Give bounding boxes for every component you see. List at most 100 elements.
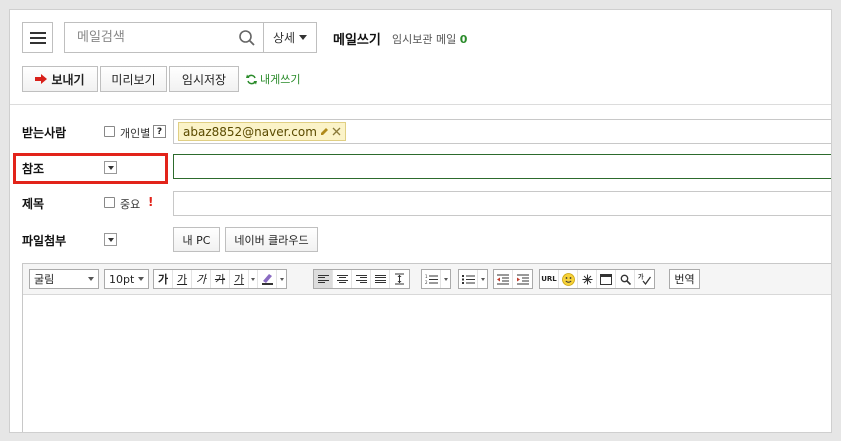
important-checkbox[interactable] [104, 197, 115, 208]
search-input[interactable] [65, 23, 225, 52]
bullet-list-dropdown[interactable] [478, 270, 487, 288]
attach-dropdown[interactable] [104, 233, 117, 246]
chevron-down-icon [88, 277, 94, 281]
find-button[interactable] [616, 270, 635, 288]
detail-search-label: 상세 [272, 31, 296, 45]
outdent-icon [497, 274, 509, 284]
drafts-count: 0 [459, 33, 468, 46]
highlighter-icon [261, 274, 273, 285]
write-to-self-label: 내게쓰기 [260, 73, 301, 86]
recipient-chip[interactable]: abaz8852@naver.com [178, 122, 346, 141]
menu-icon-line [30, 42, 46, 44]
search-icon[interactable] [238, 29, 256, 47]
save-draft-button[interactable]: 임시저장 [169, 66, 239, 92]
chevron-down-icon [443, 277, 448, 281]
highlight-color-dropdown[interactable] [277, 270, 286, 288]
indent-group [493, 269, 533, 289]
bold-button[interactable]: 가 [154, 270, 173, 288]
preview-button[interactable]: 미리보기 [100, 66, 167, 92]
drafts-link[interactable]: 임시보관 메일 0 [392, 31, 467, 47]
line-height-icon [395, 273, 404, 285]
menu-button[interactable] [22, 22, 53, 53]
individual-checkbox[interactable] [104, 126, 115, 137]
numbered-list-dropdown[interactable] [441, 270, 450, 288]
mail-editor: 굴림 10pt 가 가 가 가 가 1 2 URL 가 번역 [22, 263, 831, 432]
close-icon[interactable] [332, 127, 341, 136]
table-icon [600, 273, 612, 285]
help-icon[interactable]: ? [153, 125, 166, 138]
write-to-self-button[interactable]: 내게쓰기 [246, 71, 300, 87]
chevron-down-icon [138, 277, 144, 281]
font-size-select[interactable]: 10pt [104, 269, 149, 289]
chevron-down-icon [299, 35, 308, 40]
cc-field[interactable] [173, 154, 831, 179]
svg-text:가: 가 [638, 273, 644, 281]
chevron-down-icon [279, 277, 284, 281]
detail-search-button[interactable]: 상세 [263, 22, 317, 53]
numbered-list-group: 1 2 [421, 269, 451, 289]
translate-group: 번역 [669, 269, 700, 289]
underline-button[interactable]: 가 [173, 270, 192, 288]
strikethrough-button[interactable]: 가 [211, 270, 230, 288]
outdent-button[interactable] [494, 270, 513, 288]
refresh-icon [246, 74, 257, 84]
line-height-button[interactable] [390, 270, 409, 288]
menu-icon-line [30, 37, 46, 39]
send-label: 보내기 [51, 72, 85, 87]
to-field[interactable]: abaz8852@naver.com [173, 119, 831, 144]
font-family-select[interactable]: 굴림 [29, 269, 99, 289]
to-label: 받는사람 [22, 126, 67, 140]
emoticon-button[interactable] [559, 270, 578, 288]
menu-icon [30, 32, 46, 34]
recipient-email: abaz8852@naver.com [183, 124, 317, 139]
insert-group: URL 가 [539, 269, 655, 289]
indent-button[interactable] [513, 270, 532, 288]
align-center-icon [336, 274, 348, 284]
highlight-color-button[interactable] [258, 270, 277, 288]
save-draft-label: 임시저장 [181, 72, 227, 87]
translate-button[interactable]: 번역 [670, 270, 699, 288]
italic-button[interactable]: 가 [192, 270, 211, 288]
indent-icon [516, 274, 529, 284]
align-justify-button[interactable] [371, 270, 390, 288]
special-char-button[interactable] [578, 270, 597, 288]
smiley-icon [561, 272, 575, 286]
edit-icon[interactable] [320, 127, 329, 136]
align-center-button[interactable] [333, 270, 352, 288]
spellcheck-button[interactable]: 가 [635, 270, 654, 288]
cc-highlight-box [13, 153, 168, 184]
important-label: 중요 [120, 198, 141, 211]
naver-cloud-label: 네이버 클라우드 [234, 233, 309, 247]
bullet-list-icon [461, 274, 475, 284]
mail-search [64, 22, 264, 53]
page-title: 메일쓰기 [333, 33, 381, 48]
align-right-button[interactable] [352, 270, 371, 288]
align-group [313, 269, 410, 289]
asterisk-icon [582, 274, 592, 284]
font-size-value: 10pt [109, 272, 135, 286]
editor-toolbar: 굴림 10pt 가 가 가 가 가 1 2 URL 가 번역 [23, 264, 831, 295]
subject-field[interactable] [173, 191, 831, 216]
divider [10, 104, 831, 105]
spellcheck-icon: 가 [638, 273, 651, 285]
align-left-button[interactable] [314, 270, 333, 288]
my-pc-button[interactable]: 내 PC [173, 227, 220, 252]
insert-table-button[interactable] [597, 270, 616, 288]
individual-label: 개인별 [120, 127, 151, 140]
align-left-icon [317, 274, 329, 284]
naver-cloud-button[interactable]: 네이버 클라우드 [225, 227, 318, 252]
font-family-value: 굴림 [34, 273, 55, 286]
insert-link-button[interactable]: URL [540, 270, 559, 288]
important-mark: ! [148, 195, 154, 209]
drafts-label: 임시보관 메일 [392, 33, 457, 46]
numbered-list-button[interactable]: 1 2 [422, 270, 441, 288]
font-color-button[interactable]: 가 [230, 270, 249, 288]
font-color-dropdown[interactable] [249, 270, 258, 288]
bullet-list-button[interactable] [459, 270, 478, 288]
send-button[interactable]: 보내기 [22, 66, 98, 92]
align-justify-icon [374, 274, 386, 284]
attach-label: 파일첨부 [22, 234, 67, 248]
my-pc-label: 내 PC [182, 233, 211, 247]
editor-body[interactable] [23, 295, 831, 432]
svg-text:1: 1 [425, 274, 428, 279]
